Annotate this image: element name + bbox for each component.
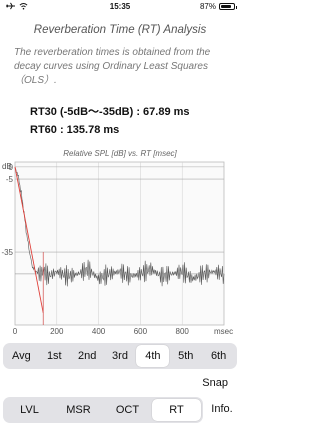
- status-bar: 15:35 87%: [0, 0, 240, 14]
- x-tick-label: 400: [92, 327, 106, 336]
- octave-tab-3rd[interactable]: 3rd: [104, 345, 137, 367]
- x-tick-label: 800: [176, 327, 190, 336]
- x-axis-label: msec: [214, 327, 233, 336]
- octave-tab-5th[interactable]: 5th: [169, 345, 202, 367]
- octave-tab-2nd[interactable]: 2nd: [71, 345, 104, 367]
- octave-band-selector: Avg 1st 2nd 3rd 4th 5th 6th: [3, 343, 237, 369]
- battery-percent: 87%: [199, 2, 216, 11]
- info-button[interactable]: Info.: [204, 403, 240, 415]
- octave-tab-4th[interactable]: 4th: [136, 345, 170, 367]
- y-axis-label: dB: [2, 162, 12, 171]
- y-tick-label: -5: [6, 175, 14, 184]
- x-tick-label: 600: [134, 327, 148, 336]
- octave-tab-6th[interactable]: 6th: [202, 345, 235, 367]
- chart-title: Relative SPL [dB] vs. RT [msec]: [63, 149, 177, 158]
- y-tick-label: -35: [1, 248, 13, 257]
- x-tick-label: 0: [13, 327, 18, 336]
- decay-chart: 0 200 400 600 8000-5-35 dB msec: [1, 161, 233, 336]
- snap-button[interactable]: Snap: [202, 377, 228, 389]
- mode-tab-rt[interactable]: RT: [152, 399, 201, 421]
- description-text: The reverberation times is obtained from…: [14, 47, 211, 86]
- mode-tab-lvl[interactable]: LVL: [5, 399, 54, 421]
- x-tick-label: 200: [50, 327, 64, 336]
- octave-tab-avg[interactable]: Avg: [5, 345, 38, 367]
- mode-tab-msr[interactable]: MSR: [54, 399, 103, 421]
- octave-tab-1st[interactable]: 1st: [38, 345, 71, 367]
- mode-tab-oct[interactable]: OCT: [103, 399, 152, 421]
- mode-tab-bar: LVL MSR OCT RT: [3, 397, 203, 423]
- rt30-result: RT30 (-5dB～-35dB) : 67.89 ms: [30, 106, 190, 118]
- battery-icon: [219, 3, 237, 10]
- page-title: Reverberation Time (RT) Analysis: [33, 24, 207, 36]
- rt60-result: RT60 : 135.78 ms: [30, 124, 120, 136]
